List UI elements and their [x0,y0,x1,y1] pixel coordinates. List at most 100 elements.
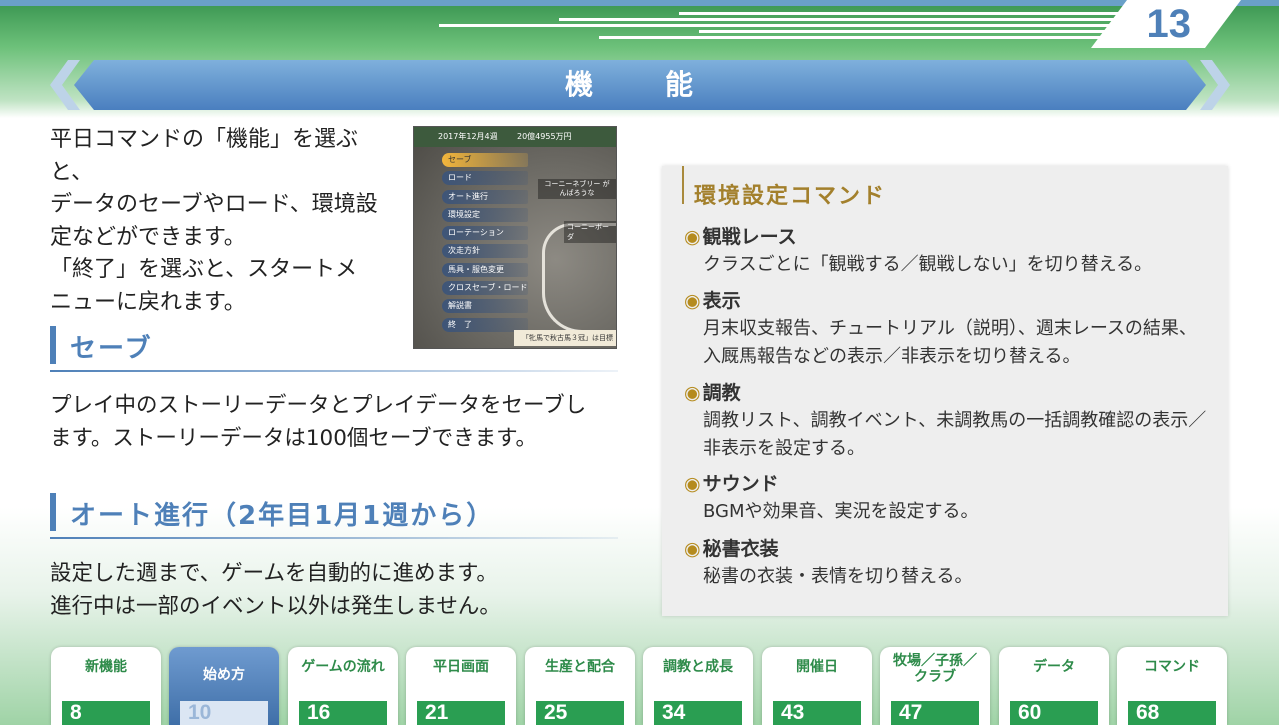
screenshot-status-bar: 2017年12月4週 20億4955万円 [414,127,616,147]
nav-tab-page: 68 [1128,701,1216,725]
panel-title: 環境設定コマンド [694,184,887,209]
screenshot-menu-item: 環境設定 [442,207,528,222]
command-name-text: 観戦レース [702,226,797,248]
screenshot-menu-item: クロスセーブ・ロード [442,281,528,296]
auto-line: 設定した週まで、ゲームを自動的に進めます。 [50,561,498,586]
nav-tab-weekday-screen[interactable]: 平日画面 21 [406,647,516,725]
nav-tab-label: コマンド [1144,659,1200,675]
page-title: 機 能 [564,68,715,101]
nav-tab-data[interactable]: データ 60 [999,647,1109,725]
command-item: ◉ 観戦レース クラスごとに「観戦する／観戦しない」を切り替える。 [684,223,1214,279]
auto-heading: オート進行（2年目1月1週から） [70,501,495,531]
nav-tab-page: 21 [417,701,505,725]
save-description: プレイ中のストーリーデータとプレイデータをセーブし ます。ストーリーデータは10… [50,389,625,455]
command-description: 非表示を設定する。 [703,438,865,459]
nav-tab-label-line: 牧場／子孫／ [893,653,977,669]
nav-tab-farm-club[interactable]: 牧場／子孫／ クラブ 47 [880,647,990,725]
command-item: ◉ 秘書衣装 秘書の衣装・表情を切り替える。 [684,535,1214,591]
panel-heading-bar [682,166,684,204]
command-name: ◉ サウンド [684,470,1214,498]
intro-line: 平日コマンドの「機能」を選ぶと、 [50,127,359,185]
nav-tab-label-line: クラブ [914,669,956,685]
heading-bar [50,493,56,531]
nav-tab-commands[interactable]: コマンド 68 [1117,647,1227,725]
header-stripe [439,24,1119,27]
command-name: ◉ 観戦レース [684,223,1214,251]
screenshot-menu-item: 次走方針 [442,244,528,259]
nav-tab-page: 47 [891,701,979,725]
nav-tab-new-features[interactable]: 新機能 8 [51,647,161,725]
nav-tab-page: 25 [536,701,624,725]
bullet-icon: ◉ [684,290,701,312]
nav-tab-page: 60 [1010,701,1098,725]
command-item: ◉ サウンド BGMや効果音、実況を設定する。 [684,470,1214,526]
command-item: ◉ 表示 月末収支報告、チュートリアル（説明）、週末レースの結果、 入厩馬報告など… [684,287,1214,371]
command-description: 月末収支報告、チュートリアル（説明）、週末レースの結果、 [703,318,1197,339]
bullet-icon: ◉ [684,538,701,560]
heading-underline [50,370,618,372]
command-name-text: 秘書衣装 [702,538,779,560]
bullet-icon: ◉ [684,382,701,404]
auto-line: 進行中は一部のイベント以外は発生しません。 [50,594,501,619]
game-screenshot: 2017年12月4週 20億4955万円 コーニーネブリー がんばろうな コーニ… [413,126,617,349]
screenshot-menu-item: オート進行 [442,189,528,204]
screenshot-menu-item: セーブ [442,153,528,167]
nav-tab-race-day[interactable]: 開催日 43 [762,647,872,725]
screenshot-menu: セーブ ロード オート進行 環境設定 ローテーション 次走方針 馬具・服色変更 … [442,153,528,336]
intro-line: 「終了」を選ぶと、スタートメ [50,257,358,282]
command-name-text: サウンド [702,473,779,495]
intro-line: データのセーブやロード、環境設 [50,192,378,217]
screenshot-date: 2017年12月4週 [438,132,498,141]
nav-tab-breeding[interactable]: 生産と配合 25 [525,647,635,725]
command-name: ◉ 秘書衣装 [684,535,1214,563]
nav-tab-training[interactable]: 調教と成長 34 [643,647,753,725]
command-description: 入厩馬報告などの表示／非表示を切り替える。 [703,346,1081,367]
nav-tab-page: 34 [654,701,742,725]
bottom-nav: 新機能 8 始め方 10 ゲームの流れ 16 平日画面 21 生産と配合 25 … [0,647,1279,725]
heading-underline [50,537,618,539]
save-line: プレイ中のストーリーデータとプレイデータをセーブし [50,393,587,418]
nav-tab-label: 牧場／子孫／ クラブ [880,653,990,685]
screenshot-menu-item: ローテーション [442,226,528,241]
command-description: 調教リスト、調教イベント、未調教馬の一括調教確認の表示／ [703,410,1207,431]
command-item: ◉ 調教 調教リスト、調教イベント、未調教馬の一括調教確認の表示／ 非表示を設定す… [684,379,1214,463]
nav-tab-page: 16 [299,701,387,725]
header-stripe [679,12,1119,15]
save-heading: セーブ [70,334,153,364]
nav-tab-label: 新機能 [85,659,127,675]
heading-bar [50,326,56,364]
nav-tab-game-flow[interactable]: ゲームの流れ 16 [288,647,398,725]
screenshot-menu-item: ロード [442,171,528,186]
command-description: 秘書の衣装・表情を切り替える。 [703,566,973,587]
page-number: 13 [1146,2,1192,46]
bullet-icon: ◉ [684,473,701,495]
screenshot-course-label: コーニーネブリー がんばろうな [538,179,616,199]
nav-tab-label: ゲームの流れ [301,659,385,675]
command-name-text: 表示 [702,290,741,312]
command-description: クラスごとに「観戦する／観戦しない」を切り替える。 [703,254,1153,275]
nav-tab-label: データ [1033,659,1075,675]
command-name: ◉ 調教 [684,379,1214,407]
intro-line: 定などができます。 [50,224,246,250]
auto-description: 設定した週まで、ゲームを自動的に進めます。 進行中は一部のイベント以外は発生しま… [50,557,625,623]
header-stripe [559,18,1119,21]
command-description: BGMや効果音、実況を設定する。 [703,501,979,522]
auto-section-heading: オート進行（2年目1月1週から） [50,493,618,539]
nav-tab-label: 生産と配合 [545,659,615,675]
screenshot-menu-item: 解説書 [442,299,528,314]
nav-tab-page: 10 [180,701,268,725]
command-name: ◉ 表示 [684,287,1214,315]
nav-tab-label: 平日画面 [433,659,489,675]
screenshot-menu-item: 馬具・服色変更 [442,262,528,277]
header-stripe [599,36,1119,39]
save-line: ます。ストーリーデータは100個セーブできます。 [50,426,537,451]
nav-tab-getting-started[interactable]: 始め方 10 [169,647,279,725]
nav-tab-label: 開催日 [796,659,838,675]
nav-tab-page: 8 [62,701,150,725]
screenshot-course-label: コーニーボーダ [564,221,616,243]
bullet-icon: ◉ [684,226,701,248]
save-section-heading: セーブ [50,326,618,372]
screenshot-money: 20億4955万円 [517,132,572,141]
settings-command-panel: 環境設定コマンド ◉ 観戦レース クラスごとに「観戦する／観戦しない」を切り替える… [662,166,1228,616]
nav-tab-label: 始め方 [203,667,245,683]
